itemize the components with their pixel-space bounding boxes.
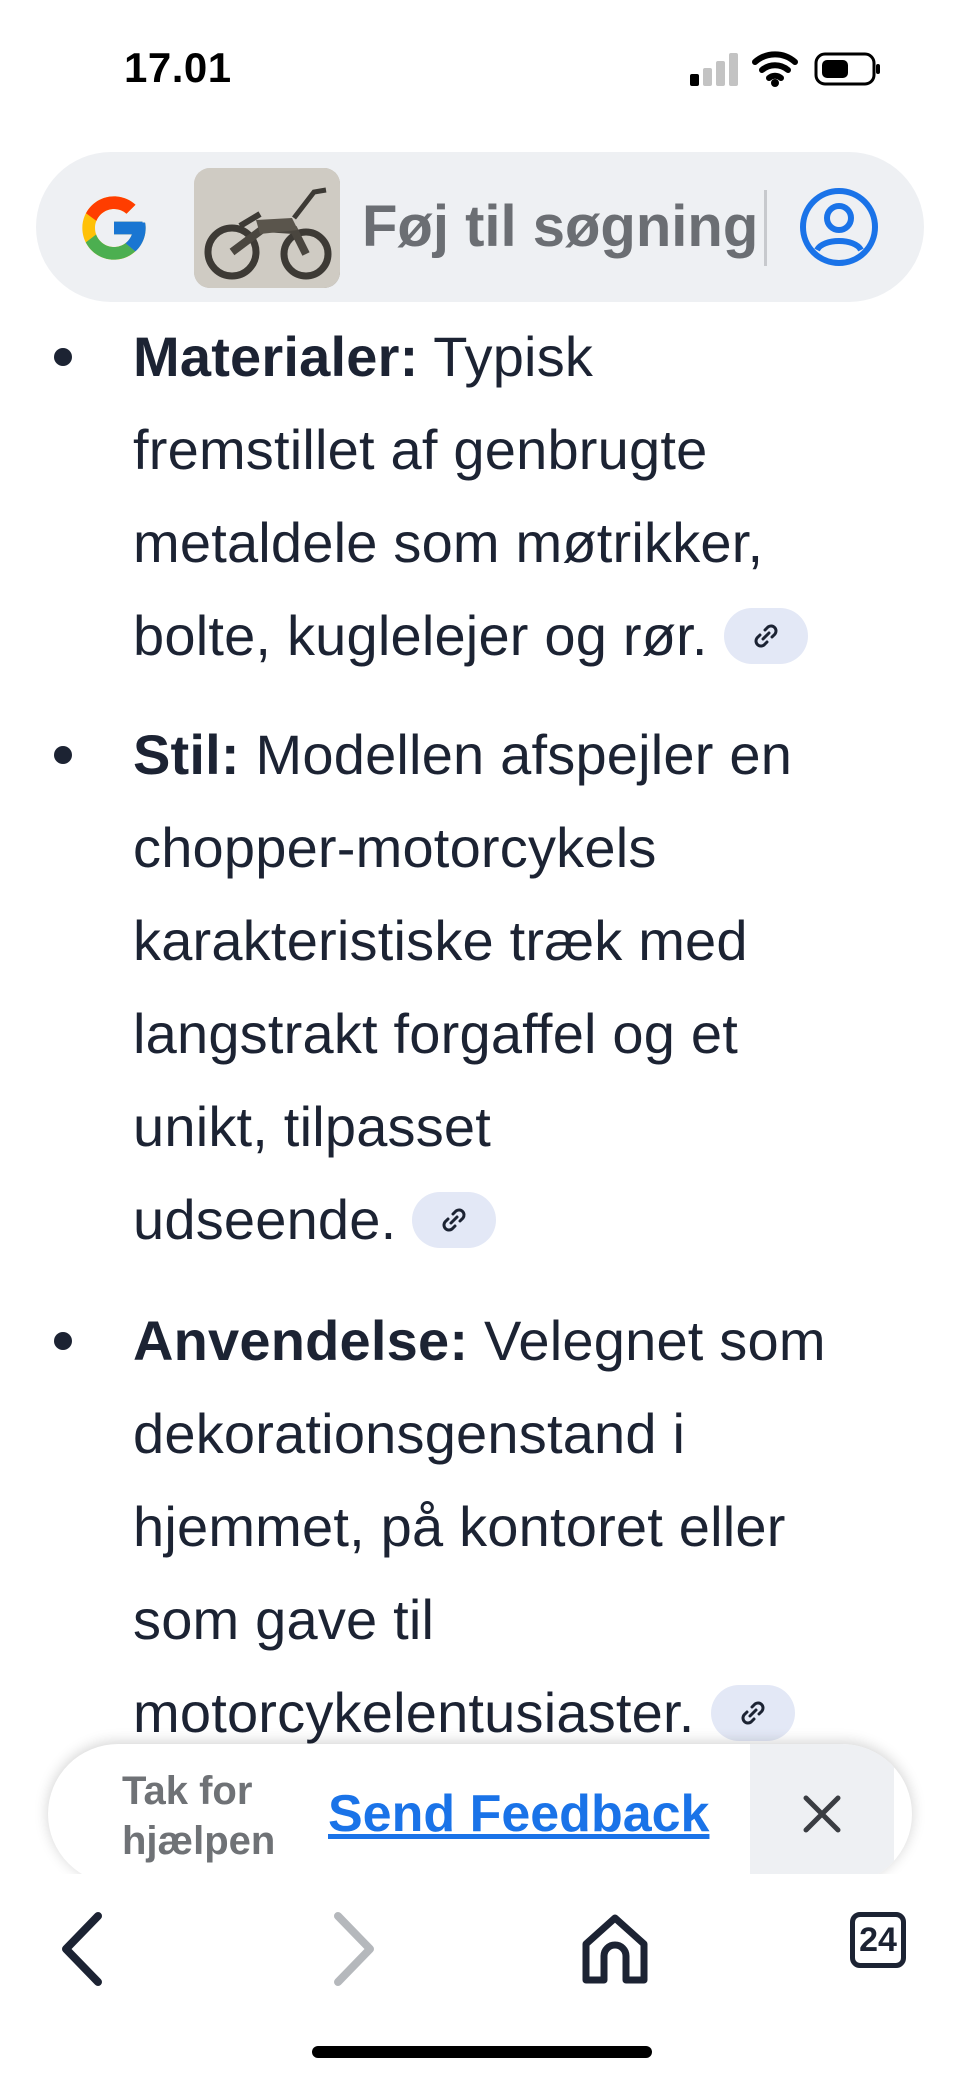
link-icon	[442, 1208, 466, 1232]
bullet-text: Velegnet som	[483, 1309, 826, 1372]
bullet-text: motorcykelentusiaster.	[133, 1681, 695, 1744]
home-indicator	[312, 2046, 652, 2058]
bullet-text: unikt, tilpasset	[133, 1095, 492, 1158]
bullet-text: chopper-motorcykels	[133, 816, 657, 879]
source-link-button[interactable]	[710, 1685, 795, 1742]
tabs-button[interactable]: 24	[850, 1912, 906, 1968]
bullet-term: Materialer:	[133, 325, 419, 388]
motorcycle-image-thumbnail[interactable]	[194, 168, 340, 288]
close-feedback-button[interactable]	[750, 1744, 894, 1884]
bullet-text: som gave til	[133, 1588, 435, 1651]
bullet-text: fremstillet af genbrugte	[133, 418, 708, 481]
link-icon	[741, 1701, 765, 1725]
account-icon[interactable]	[798, 186, 880, 268]
close-icon	[803, 1795, 841, 1833]
bullet-text: udseende.	[133, 1188, 397, 1251]
link-icon	[754, 624, 778, 648]
bullet-text: bolte, kuglelejer og rør.	[133, 604, 708, 667]
bullet-term: Stil:	[133, 723, 240, 786]
send-feedback-link[interactable]: Send Feedback	[328, 1784, 709, 1844]
bullet-text: dekorationsgenstand i	[133, 1402, 686, 1465]
status-bar: 17.01	[0, 0, 960, 140]
search-bar[interactable]: Føj til søgning	[36, 152, 924, 302]
bullet-dot	[54, 1332, 72, 1350]
text-caret	[764, 190, 767, 266]
bullet-text: Modellen afspejler en	[255, 723, 793, 786]
source-link-button[interactable]	[723, 608, 808, 665]
bottom-navigation: 24	[0, 1874, 960, 2079]
bullet-dot	[54, 348, 72, 366]
bullet-text: karakteristiske træk med	[133, 909, 748, 972]
feedback-thanks-text: Tak for hjælpen	[122, 1766, 312, 1866]
chevron-right-icon[interactable]	[306, 1904, 396, 1994]
battery-icon	[814, 52, 880, 86]
feedback-thanks-line: Tak for	[122, 1769, 253, 1813]
status-time: 17.01	[124, 44, 232, 91]
chevron-left-icon[interactable]	[40, 1904, 130, 1994]
wifi-icon	[752, 51, 798, 87]
bullet-term: Anvendelse:	[133, 1309, 469, 1372]
source-link-button[interactable]	[412, 1192, 497, 1249]
feedback-thanks-line: hjælpen	[122, 1819, 276, 1863]
bullet-text: Typisk	[433, 325, 594, 388]
bullet-text: langstrakt forgaffel og et	[133, 1002, 738, 1065]
home-icon[interactable]	[570, 1904, 660, 1994]
bullet-text: metaldele som møtrikker,	[133, 511, 764, 574]
bullet-dot	[54, 746, 72, 764]
search-input[interactable]: Føj til søgning	[362, 192, 782, 262]
feedback-bar: Tak for hjælpen Send Feedback	[48, 1744, 912, 1884]
google-logo-icon[interactable]	[76, 190, 152, 266]
bullet-text: hjemmet, på kontoret eller	[133, 1495, 786, 1558]
cellular-signal-icon	[690, 52, 738, 86]
